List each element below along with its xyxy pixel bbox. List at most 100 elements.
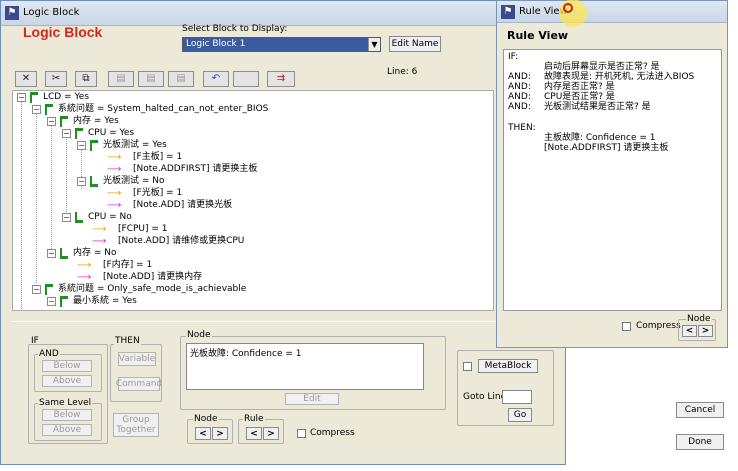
group-together-button[interactable]: Group Together xyxy=(113,413,159,437)
collapse-icon[interactable]: − xyxy=(62,129,71,138)
tree-node[interactable]: CPU = No xyxy=(88,212,132,223)
cancel-button[interactable]: Cancel xyxy=(676,402,724,418)
collapse-icon[interactable]: − xyxy=(17,93,26,102)
tree-node[interactable]: [FCPU] = 1 xyxy=(118,224,168,235)
metablock-button[interactable]: MetaBlock xyxy=(478,359,538,373)
rule-next-button[interactable]: > xyxy=(263,427,279,440)
delete-icon[interactable]: ✕ xyxy=(15,71,37,87)
node-textbox[interactable]: 光板故障: Confidence = 1 xyxy=(186,343,424,390)
arrow-right-icon: ⟶ xyxy=(77,272,92,283)
rule-kw: AND: xyxy=(508,82,531,92)
paste-below-icon[interactable]: ▤ xyxy=(108,71,134,87)
flag-icon xyxy=(75,128,84,139)
collapse-icon[interactable]: − xyxy=(77,177,86,186)
flag-icon xyxy=(75,212,84,223)
line-indicator: Line: 6 xyxy=(387,67,418,77)
rule-view-heading: Rule View xyxy=(507,29,569,42)
undo-icon[interactable]: ↶ xyxy=(203,71,229,87)
flag-icon xyxy=(60,116,69,127)
tree-node[interactable]: 系統问题 = Only_safe_mode_is_achievable xyxy=(58,284,246,295)
same-above-button[interactable]: Above xyxy=(42,424,92,436)
rule-view-compress-label: Compress xyxy=(636,321,681,331)
collapse-icon[interactable]: − xyxy=(77,141,86,150)
arrow-right-icon: ⟶ xyxy=(77,260,92,271)
flag-icon xyxy=(90,140,99,151)
node-next-button[interactable]: > xyxy=(212,427,228,440)
logic-tree[interactable]: − LCD = Yes − 系統问题 = System_halted_can_n… xyxy=(12,90,494,311)
rule-view-title-bar[interactable]: ⚑ Rule View xyxy=(497,1,727,23)
tree-node[interactable]: CPU = Yes xyxy=(88,128,134,139)
logic-block-window: ⚑ Logic Block Logic Block Select Block t… xyxy=(0,0,566,465)
node-text: 光板故障: Confidence = 1 xyxy=(190,349,302,359)
arrow-right-icon: ⟶ xyxy=(107,152,122,163)
compress-checkbox[interactable] xyxy=(297,429,306,438)
flag-icon xyxy=(45,104,54,115)
paste-above-icon[interactable]: ▤ xyxy=(138,71,164,87)
rule-view-next-button[interactable]: > xyxy=(698,325,713,337)
then-label: THEN xyxy=(114,336,141,346)
app-title: Logic Block xyxy=(23,24,103,40)
same-below-button[interactable]: Below xyxy=(42,409,92,421)
node-prev-button[interactable]: < xyxy=(195,427,211,440)
block-select[interactable]: Logic Block 1 ▼ xyxy=(182,37,381,52)
tree-expand-icon[interactable]: ⇉ xyxy=(267,71,295,87)
node-nav-label: Node xyxy=(193,414,219,424)
collapse-icon[interactable]: − xyxy=(47,297,56,306)
tree-node[interactable]: 系統问题 = System_halted_can_not_enter_BIOS xyxy=(58,104,268,115)
command-button[interactable]: Command xyxy=(116,377,162,391)
collapse-icon[interactable]: − xyxy=(32,285,41,294)
tree-node[interactable]: 光板测试 = Yes xyxy=(103,140,167,151)
tree-node[interactable]: 最小系統 = Yes xyxy=(73,296,137,307)
app-icon: ⚑ xyxy=(5,6,19,20)
tree-node[interactable]: [Note.ADD] 请维修或更换CPU xyxy=(118,236,244,247)
variable-button[interactable]: Variable xyxy=(118,352,156,366)
same-level-label: Same Level xyxy=(38,398,93,408)
goto-line-input[interactable] xyxy=(502,390,532,404)
flag-icon xyxy=(90,176,99,187)
tree-node[interactable]: [Note.ADD] 请更换内存 xyxy=(103,272,202,283)
collapse-icon[interactable]: − xyxy=(47,117,56,126)
rule-view-prev-button[interactable]: < xyxy=(682,325,697,337)
edit-button[interactable]: Edit xyxy=(285,393,339,405)
tree-node[interactable]: [Note.ADDFIRST] 请更换主板 xyxy=(133,164,257,175)
collapse-icon[interactable]: − xyxy=(47,249,56,258)
cut-icon[interactable]: ✂ xyxy=(45,71,67,87)
rule-kw: AND: xyxy=(508,72,531,82)
close-icon[interactable] xyxy=(563,3,573,13)
tree-node[interactable]: 内存 = No xyxy=(73,248,117,259)
rule-view-content[interactable]: IF: 启动后屏幕显示是否正常? 是 AND: 故障表现是: 开机死机, 无法进… xyxy=(503,49,722,311)
collapse-icon[interactable]: − xyxy=(62,213,71,222)
tree-node[interactable]: [F主板] = 1 xyxy=(133,152,182,163)
metablock-checkbox[interactable] xyxy=(463,362,472,371)
rule-view-compress-checkbox[interactable] xyxy=(622,322,631,331)
rule-nav-label: Rule xyxy=(243,414,265,424)
rule-text: [Note.ADDFIRST] 请更换主板 xyxy=(544,143,669,153)
arrow-right-icon: ⟶ xyxy=(107,188,122,199)
edit-name-button[interactable]: Edit Name xyxy=(389,36,441,52)
flag-icon xyxy=(30,92,39,103)
tree-node[interactable]: [Note.ADD] 请更换光板 xyxy=(133,200,232,211)
done-button[interactable]: Done xyxy=(676,434,724,450)
chevron-down-icon[interactable]: ▼ xyxy=(368,38,380,51)
tree-node[interactable]: [F光板] = 1 xyxy=(133,188,182,199)
redo-icon[interactable] xyxy=(233,71,259,87)
rule-prev-button[interactable]: < xyxy=(246,427,262,440)
tree-node[interactable]: 光板测试 = No xyxy=(103,176,165,187)
tree-node[interactable]: [F内存] = 1 xyxy=(103,260,152,271)
tree-node[interactable]: LCD = Yes xyxy=(43,92,89,103)
and-above-button[interactable]: Above xyxy=(42,375,92,387)
copy-icon[interactable]: ⧉ xyxy=(75,71,97,87)
compress-label: Compress xyxy=(310,428,355,438)
block-select-value: Logic Block 1 xyxy=(186,39,246,49)
flag-icon xyxy=(60,296,69,307)
collapse-icon[interactable]: − xyxy=(32,105,41,114)
rule-kw: AND: xyxy=(508,92,531,102)
and-label: AND xyxy=(38,349,60,359)
title-bar[interactable]: ⚑ Logic Block xyxy=(1,1,565,26)
go-button[interactable]: Go xyxy=(508,408,532,422)
rule-text: 故障表现是: 开机死机, 无法进入BIOS xyxy=(544,72,695,82)
tree-node[interactable]: 内存 = Yes xyxy=(73,116,119,127)
and-below-button[interactable]: Below xyxy=(42,360,92,372)
paste-same-icon[interactable]: ▤ xyxy=(168,71,194,87)
arrow-right-icon: ⟶ xyxy=(107,200,122,211)
